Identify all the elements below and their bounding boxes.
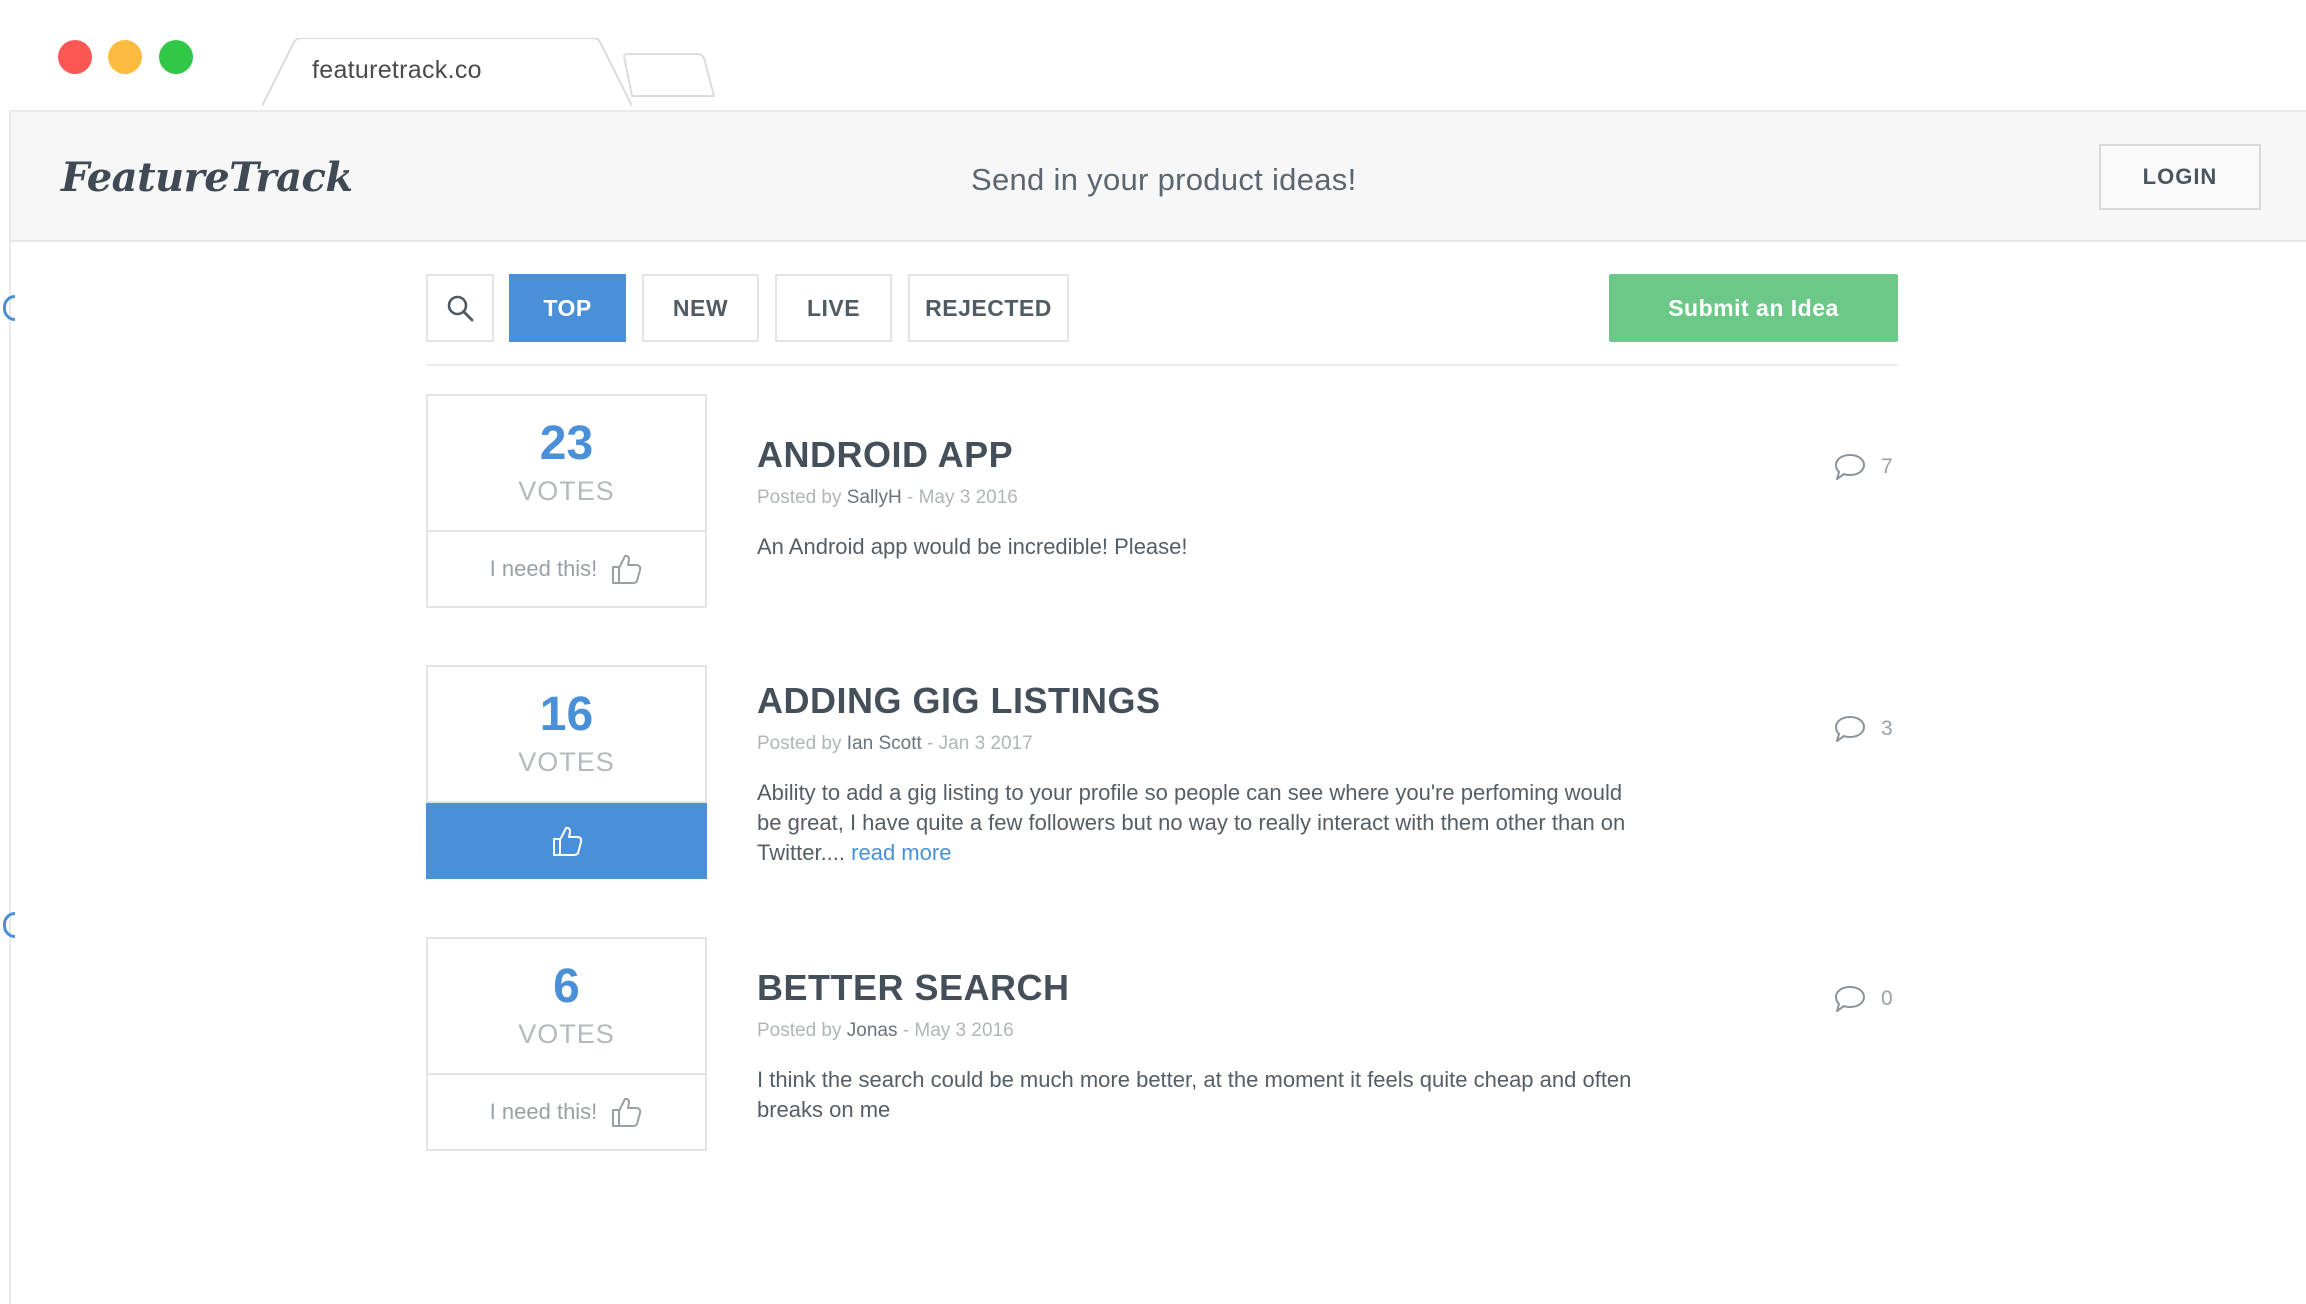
edge-fragment-icon [3,295,15,321]
idea-author[interactable]: Jonas [847,1020,898,1041]
minimize-window-button[interactable] [108,40,142,74]
idea-author[interactable]: Ian Scott [847,733,922,754]
idea-body-text: I think the search could be much more be… [757,1067,1632,1122]
vote-box: 6 VOTES I need this! [426,937,707,1151]
tab-rejected[interactable]: REJECTED [908,274,1069,342]
search-icon [447,295,474,322]
vote-button[interactable]: I need this! [428,1075,705,1149]
vote-number: 23 [539,416,594,470]
vote-count: 23 VOTES [428,396,705,532]
comment-icon [1835,716,1865,742]
comment-count[interactable]: 0 [1833,984,1893,1014]
idea-date: - May 3 2016 [906,487,1018,508]
vote-button-label: I need this! [489,1099,598,1124]
vote-count: 6 VOTES [428,939,705,1075]
vote-box: 23 VOTES I need this! [426,394,707,608]
voted-button[interactable] [426,803,707,879]
tab-live[interactable]: LIVE [775,274,892,342]
tab-new[interactable]: NEW [642,274,759,342]
login-button[interactable]: LOGIN [2099,144,2261,210]
thumbs-up-icon [612,554,642,584]
vote-count: 16 VOTES [428,667,705,803]
thumbs-up-icon [612,1097,642,1127]
idea-meta: Posted by Jonas - May 3 2016 [757,1020,1014,1042]
app-window: FeatureTrack Send in your product ideas!… [3,110,2306,1304]
header-tagline: Send in your product ideas! [971,162,1357,197]
app-header: FeatureTrack Send in your product ideas!… [11,112,2306,242]
comment-count-number: 3 [1881,717,1893,740]
comment-count[interactable]: 7 [1833,452,1893,482]
comment-count[interactable]: 3 [1833,714,1893,744]
posted-by-label: Posted by [757,1020,842,1041]
maximize-window-button[interactable] [159,40,193,74]
comment-count-number: 7 [1881,455,1893,478]
idea-date: - May 3 2016 [902,1020,1014,1041]
vote-button[interactable]: I need this! [428,532,705,606]
idea-title[interactable]: ADDING GIG LISTINGS [757,680,1161,722]
close-window-button[interactable] [58,40,92,74]
idea-description: I think the search could be much more be… [757,1065,1637,1125]
comment-count-number: 0 [1881,987,1893,1010]
idea-description: An Android app would be incredible! Plea… [757,532,1637,562]
vote-number: 6 [553,959,580,1013]
posted-by-label: Posted by [757,733,842,754]
search-button[interactable] [426,274,494,342]
read-more-link[interactable]: read more [851,840,951,865]
idea-description: Ability to add a gig listing to your pro… [757,778,1637,868]
idea-title[interactable]: ANDROID APP [757,434,1013,476]
votes-label: VOTES [518,1018,615,1049]
new-tab-button[interactable] [622,52,716,98]
comment-icon [1835,454,1865,480]
vote-button-label: I need this! [489,556,598,581]
idea-author[interactable]: SallyH [847,487,902,508]
idea-meta: Posted by Ian Scott - Jan 3 2017 [757,733,1033,755]
toolbar-divider [426,364,1898,366]
comment-icon [1835,986,1865,1012]
votes-label: VOTES [518,746,615,777]
vote-box: 16 VOTES [426,665,707,879]
thumbs-up-icon [552,826,582,856]
idea-meta: Posted by SallyH - May 3 2016 [757,487,1018,509]
votes-label: VOTES [518,475,615,506]
screen: featuretrack.co FeatureTrack Send in you… [0,0,2306,1304]
posted-by-label: Posted by [757,487,842,508]
idea-body-text: An Android app would be incredible! Plea… [757,534,1188,559]
tab-top[interactable]: TOP [509,274,626,342]
app-logo[interactable]: FeatureTrack [61,154,353,201]
idea-title[interactable]: BETTER SEARCH [757,967,1070,1009]
submit-idea-button[interactable]: Submit an Idea [1609,274,1898,342]
browser-tab-title: featuretrack.co [312,56,482,84]
idea-date: - Jan 3 2017 [927,733,1033,754]
edge-fragment-icon [3,912,15,938]
vote-number: 16 [539,687,594,741]
